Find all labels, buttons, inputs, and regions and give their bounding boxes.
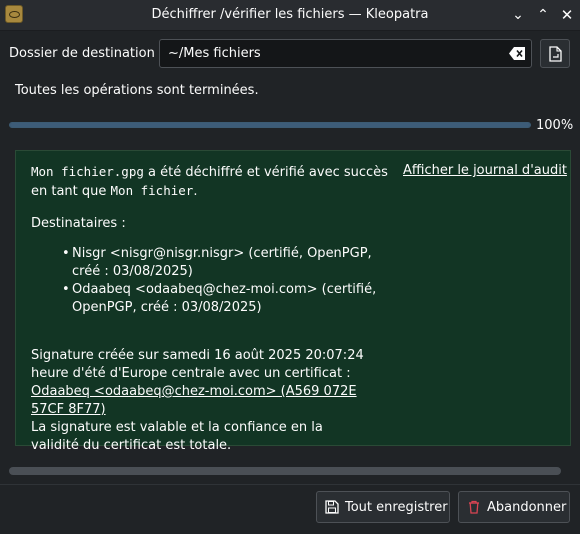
recipient-item: • Odaabeq <odaabeq@chez-moi.com> (certifi… (62, 282, 377, 315)
status-text: Toutes les opérations sont terminées. (15, 83, 259, 98)
clear-text-icon[interactable] (509, 47, 525, 60)
decryption-result-text: Mon fichier.gpg a été déchiffré et vérif… (31, 163, 391, 201)
document-open-icon (549, 46, 562, 62)
recipient-item: • Nisgr <nisgr@nisgr.nisgr> (certifié, Op… (62, 246, 372, 279)
divider (0, 484, 580, 485)
recipients-label: Destinataires : (31, 216, 126, 231)
bullet: • (62, 282, 70, 297)
progress-percent: 100% (536, 118, 574, 133)
result-panel: Mon fichier.gpg a été déchiffré et vérif… (15, 150, 571, 453)
save-all-button[interactable]: Tout enregistrer (316, 491, 450, 523)
destination-input[interactable]: ~/Mes fichiers (159, 39, 532, 68)
horizontal-scrollbar[interactable] (9, 467, 561, 475)
close-button[interactable]: ✕ (557, 5, 577, 25)
browse-folder-button[interactable] (540, 39, 570, 68)
end-period: . (193, 184, 198, 199)
audit-log-link[interactable]: Afficher le journal d'audit (403, 163, 567, 178)
document-save-icon (325, 500, 339, 514)
progress-bar (9, 122, 531, 128)
signature-validity: La signature est valable et la confiance… (31, 420, 323, 453)
output-name: Mon fichier (110, 183, 194, 198)
destination-value: ~/Mes fichiers (168, 46, 261, 61)
abort-button[interactable]: Abandonner (458, 491, 570, 523)
signature-prefix: Signature créée sur samedi 16 août 2025 … (31, 348, 364, 381)
abort-label: Abandonner (487, 500, 567, 515)
maximize-button[interactable]: ⌃ (533, 5, 553, 25)
signature-certificate-link[interactable]: Odaabeq <odaabeq@chez-moi.com> (A569 072… (31, 384, 357, 417)
window-title: Déchiffrer /vérifier les fichiers — Kleo… (151, 7, 429, 22)
bullet: • (62, 246, 70, 261)
trash-icon (469, 500, 479, 514)
file-name: Mon fichier.gpg (31, 164, 144, 179)
signature-info: Signature créée sur samedi 16 août 2025 … (31, 347, 371, 455)
save-all-label: Tout enregistrer (345, 500, 448, 515)
destination-label: Dossier de destination : (9, 46, 164, 61)
progress-fill (10, 123, 530, 127)
title-bar: Déchiffrer /vérifier les fichiers — Kleo… (0, 0, 580, 31)
minimize-button[interactable]: ⌄ (508, 5, 528, 25)
